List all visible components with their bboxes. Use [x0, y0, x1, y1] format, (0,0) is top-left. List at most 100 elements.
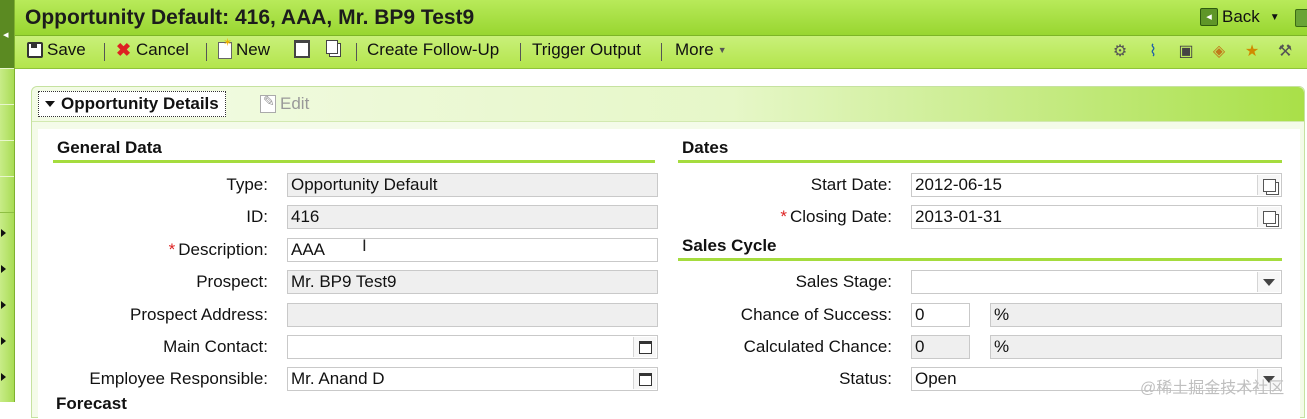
document-settings-icon[interactable]: ▣ [1177, 43, 1195, 61]
chance-of-success-input[interactable]: 0 [911, 303, 970, 327]
trash-icon [294, 40, 310, 58]
page-title: Opportunity Default: 416, AAA, Mr. BP9 T… [25, 6, 475, 29]
edit-button[interactable]: Edit [260, 93, 310, 114]
description-label-wrap: * Description: [169, 240, 268, 260]
employee-responsible-input[interactable]: Mr. Anand D [287, 367, 658, 391]
new-document-icon [218, 36, 232, 59]
closing-date-input[interactable]: 2013-01-31 [911, 205, 1282, 229]
toolbar-divider [661, 43, 662, 61]
chevron-down-icon[interactable]: ▼ [1270, 12, 1280, 23]
calculated-chance-unit: % [990, 335, 1282, 359]
toolbar-divider [356, 43, 357, 61]
section-sales-cycle: Sales Cycle [678, 236, 1282, 261]
required-asterisk: * [780, 207, 787, 226]
delete-button[interactable] [294, 40, 310, 58]
sales-stage-select[interactable] [911, 270, 1282, 294]
watermark: @稀土掘金技术社区 [1140, 380, 1285, 397]
start-date-label: Start Date: [810, 175, 892, 194]
sales-stage-label: Sales Stage: [795, 272, 892, 291]
favorite-icon[interactable]: ★ [1243, 43, 1261, 61]
type-field: Opportunity Default [287, 173, 658, 197]
new-button[interactable]: New [218, 36, 271, 60]
prospect-label: Prospect: [196, 272, 268, 291]
id-label: ID: [246, 207, 268, 226]
description-label: Description: [178, 240, 268, 259]
expand-arrow-icon[interactable] [1, 229, 6, 237]
forecast-section-title: Forecast [56, 394, 127, 413]
main-contact-input[interactable] [287, 335, 658, 359]
edit-label: Edit [280, 94, 310, 113]
create-follow-up-button[interactable]: Create Follow-Up [367, 40, 499, 60]
prospect-address-field [287, 303, 658, 327]
collapse-arrow-icon: ◂ [3, 29, 9, 41]
closing-date-value: 2013-01-31 [915, 207, 1002, 226]
chevron-down-icon [1263, 278, 1275, 286]
title-bar: Opportunity Default: 416, AAA, Mr. BP9 T… [15, 0, 1307, 36]
description-input[interactable]: AAA [287, 238, 658, 262]
calendar-icon [1262, 178, 1276, 192]
section-dates: Dates [678, 138, 1282, 163]
gear-icon[interactable]: ⚙ [1111, 43, 1129, 61]
toolbar-divider [206, 43, 207, 61]
expand-arrow-icon[interactable] [1, 373, 6, 381]
calculated-chance-field: 0 [911, 335, 970, 359]
closing-date-label-wrap: * Closing Date: [780, 207, 892, 227]
start-date-value: 2012-06-15 [915, 175, 1002, 194]
save-icon [27, 42, 43, 58]
collapse-handle[interactable]: ◂ [0, 0, 14, 68]
employee-responsible-label: Employee Responsible: [89, 369, 268, 388]
popup-window-icon [638, 340, 652, 354]
status-label: Status: [839, 369, 892, 388]
copy-button[interactable] [326, 40, 338, 54]
panel-header: Opportunity Details Edit [32, 87, 1304, 122]
nav-item[interactable] [0, 176, 14, 213]
back-label: Back [1222, 7, 1260, 26]
calendar-button[interactable] [1257, 175, 1280, 195]
cancel-button[interactable]: ✖ Cancel [116, 40, 189, 60]
more-menu-button[interactable]: More ▼ [675, 40, 727, 60]
closing-date-label: Closing Date: [789, 207, 892, 226]
trigger-output-label: Trigger Output [532, 40, 641, 59]
panel-title: Opportunity Details [61, 94, 219, 113]
nav-item[interactable] [0, 140, 14, 177]
start-date-input[interactable]: 2012-06-15 [911, 173, 1282, 197]
value-help-button[interactable] [633, 369, 656, 389]
back-button[interactable]: ◂ Back ▼ [1200, 7, 1280, 27]
employee-responsible-value: Mr. Anand D [291, 369, 385, 388]
nav-item[interactable] [0, 68, 14, 105]
dropdown-button[interactable] [1257, 272, 1280, 292]
more-label: More [675, 40, 714, 59]
save-button[interactable]: Save [27, 40, 86, 60]
id-field: 416 [287, 205, 658, 229]
collapse-triangle-icon [45, 101, 55, 107]
expand-arrow-icon[interactable] [1, 337, 6, 345]
left-nav-strip: ◂ [0, 0, 15, 402]
status-value: Open [915, 369, 957, 388]
chance-unit: % [990, 303, 1282, 327]
exit-icon[interactable] [1295, 9, 1307, 27]
calendar-button[interactable] [1257, 207, 1280, 227]
trigger-output-button[interactable]: Trigger Output [532, 40, 641, 60]
expand-arrow-icon[interactable] [1, 265, 6, 273]
wrench-icon[interactable]: ⚒ [1276, 43, 1294, 61]
nav-item[interactable] [0, 104, 14, 141]
rss-icon[interactable]: ⌇ [1144, 43, 1162, 61]
save-label: Save [47, 40, 86, 59]
create-follow-up-label: Create Follow-Up [367, 40, 500, 59]
section-general-data: General Data [53, 138, 655, 163]
expand-arrow-icon[interactable] [1, 301, 6, 309]
chevron-down-icon: ▼ [717, 45, 727, 55]
cancel-label: Cancel [136, 40, 189, 59]
prospect-address-label: Prospect Address: [130, 305, 268, 324]
new-label: New [236, 40, 271, 59]
toolbar-divider [520, 43, 521, 61]
calculated-chance-label: Calculated Chance: [743, 337, 892, 356]
opportunity-details-toggle[interactable]: Opportunity Details [38, 91, 226, 117]
required-asterisk: * [168, 240, 176, 259]
value-help-button[interactable] [633, 337, 656, 357]
calendar-icon [1262, 210, 1276, 224]
type-label: Type: [226, 175, 268, 194]
main-contact-label: Main Contact: [163, 337, 268, 356]
tag-icon[interactable]: ◈ [1210, 43, 1228, 61]
toolbar-divider [104, 43, 105, 61]
